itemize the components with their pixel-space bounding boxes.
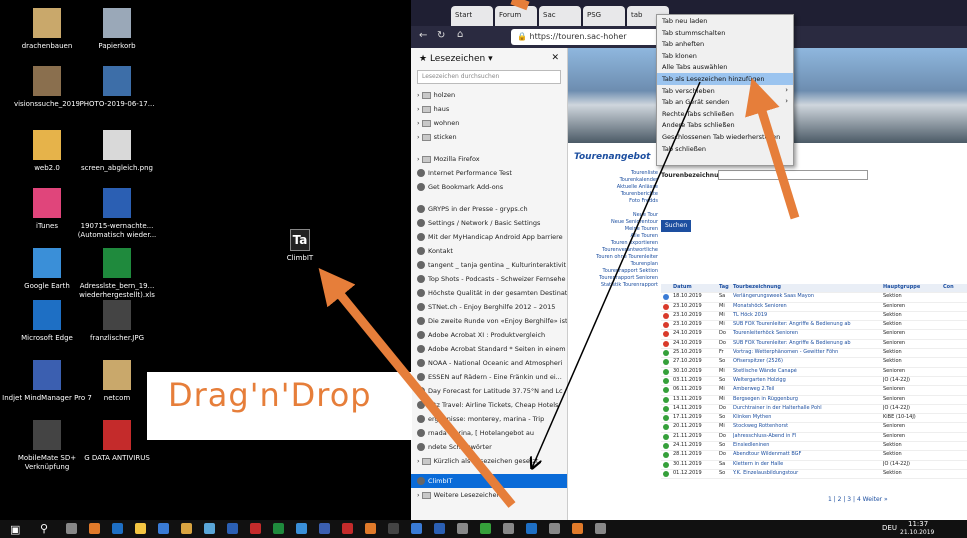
- taskbar-app-icon[interactable]: [273, 523, 284, 534]
- orange-arrow-to-desktop: [318, 268, 516, 508]
- taskbar-app-icon[interactable]: [411, 523, 422, 534]
- taskbar-app-icon[interactable]: [457, 523, 468, 534]
- orange-arrow-to-menu: [745, 77, 800, 220]
- taskbar-app-icon[interactable]: [480, 523, 491, 534]
- taskbar-app-icon[interactable]: [388, 523, 399, 534]
- language-indicator[interactable]: DEU: [882, 524, 897, 532]
- taskbar-app-icon[interactable]: [503, 523, 514, 534]
- taskbar-app-icon[interactable]: [158, 523, 169, 534]
- search-icon[interactable]: ⚲: [40, 522, 48, 535]
- annotation-arrows: [318, 0, 800, 508]
- orange-arrow-top: [510, 0, 530, 11]
- taskbar-app-icon[interactable]: [595, 523, 606, 534]
- clock-date[interactable]: 21.10.2019: [900, 529, 934, 536]
- taskbar-app-icon[interactable]: [572, 523, 583, 534]
- taskbar-app-icon[interactable]: [89, 523, 100, 534]
- taskbar: ▣ ⚲ DEU 11:37 21.10.2019: [0, 520, 967, 538]
- screen: { "desktop": { "icons": [ {"label": "dra…: [0, 0, 967, 538]
- taskbar-app-icon[interactable]: [181, 523, 192, 534]
- taskbar-app-icon[interactable]: [342, 523, 353, 534]
- taskbar-app-icon[interactable]: [112, 523, 123, 534]
- taskbar-app-icon[interactable]: [434, 523, 445, 534]
- taskbar-app-icon[interactable]: [227, 523, 238, 534]
- windows-start-icon[interactable]: ▣: [10, 523, 20, 536]
- taskbar-app-icon[interactable]: [250, 523, 261, 534]
- taskbar-app-icon[interactable]: [135, 523, 146, 534]
- taskbar-app-icon[interactable]: [296, 523, 307, 534]
- black-drag-line: [532, 81, 701, 468]
- taskbar-app-icon[interactable]: [66, 523, 77, 534]
- taskbar-app-icon[interactable]: [204, 523, 215, 534]
- taskbar-app-icon[interactable]: [549, 523, 560, 534]
- taskbar-app-icon[interactable]: [526, 523, 537, 534]
- taskbar-app-icon[interactable]: [319, 523, 330, 534]
- clock-time[interactable]: 11:37: [908, 520, 928, 528]
- taskbar-app-icon[interactable]: [365, 523, 376, 534]
